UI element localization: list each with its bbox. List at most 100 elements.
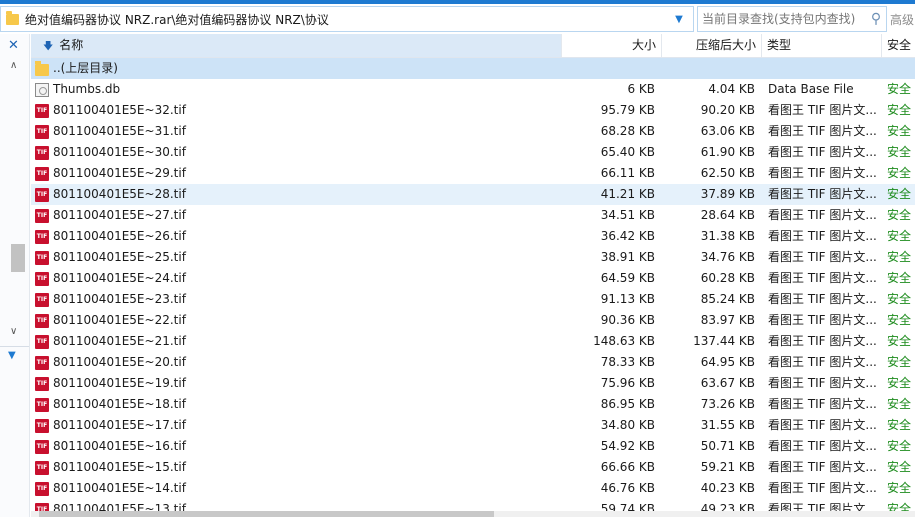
security-status [887, 58, 915, 79]
file-row[interactable]: 801100401E5E~16.tif 54.92 KB 50.71 KB 看图王 T… [31, 436, 915, 457]
file-compressed-size: 73.26 KB [700, 397, 755, 411]
file-name: 801100401E5E~31.tif [53, 124, 186, 138]
file-row[interactable]: 801100401E5E~17.tif 34.80 KB 31.55 KB 看图王 T… [31, 415, 915, 436]
file-compressed-size: 83.97 KB [700, 313, 755, 327]
address-path[interactable]: 绝对值编码器协议 NRZ.rar\绝对值编码器协议 NRZ\协议 [25, 11, 671, 28]
column-compressed-size[interactable]: 压缩后大小 [662, 34, 762, 57]
close-icon[interactable]: ✕ [8, 38, 19, 53]
file-compressed-size: 85.24 KB [700, 292, 755, 306]
file-row[interactable]: 801100401E5E~30.tif 65.40 KB 61.90 KB 看图王 T… [31, 142, 915, 163]
file-size [562, 58, 662, 79]
file-type: 看图王 TIF 图片文... [768, 418, 877, 432]
security-status: 安全 [887, 187, 912, 201]
file-name: 801100401E5E~18.tif [53, 397, 186, 411]
file-type: 看图王 TIF 图片文... [768, 166, 877, 180]
tif-file-icon [35, 418, 49, 433]
security-status: 安全 [887, 82, 912, 96]
file-compressed-size: 31.55 KB [700, 418, 755, 432]
file-row[interactable]: 801100401E5E~15.tif 66.66 KB 59.21 KB 看图王 T… [31, 457, 915, 478]
file-row[interactable]: 801100401E5E~32.tif 95.79 KB 90.20 KB 看图王 T… [31, 100, 915, 121]
file-type: 看图王 TIF 图片文... [768, 355, 877, 369]
file-name-cell: 801100401E5E~25.tif [35, 247, 560, 268]
tif-file-icon [35, 208, 49, 223]
file-size: 34.80 KB [600, 418, 655, 432]
file-compressed-size: 34.76 KB [700, 250, 755, 264]
file-compressed-size: 50.71 KB [700, 439, 755, 453]
file-row[interactable]: 801100401E5E~24.tif 64.59 KB 60.28 KB 看图王 T… [31, 268, 915, 289]
scroll-up-icon[interactable]: ∧ [10, 60, 17, 71]
file-name: 801100401E5E~17.tif [53, 418, 186, 432]
tif-file-icon [35, 397, 49, 412]
file-name: 801100401E5E~16.tif [53, 439, 186, 453]
column-name[interactable]: 🡇 名称 [31, 34, 562, 57]
file-row[interactable]: 801100401E5E~27.tif 34.51 KB 28.64 KB 看图王 T… [31, 205, 915, 226]
file-row[interactable]: 801100401E5E~29.tif 66.11 KB 62.50 KB 看图王 T… [31, 163, 915, 184]
tif-file-icon [35, 145, 49, 160]
window-top-strip [0, 0, 915, 4]
horizontal-scrollbar[interactable] [31, 511, 915, 517]
security-status: 安全 [887, 439, 912, 453]
file-type: 看图王 TIF 图片文... [768, 250, 877, 264]
file-name: 801100401E5E~21.tif [53, 334, 186, 348]
file-row[interactable]: 801100401E5E~21.tif 148.63 KB 137.44 KB 看图王… [31, 331, 915, 352]
column-security[interactable]: 安全 [882, 34, 915, 57]
file-list: 🡇 名称 大小 压缩后大小 类型 安全 ..(上层目录) Thumbs.db 6 KB… [31, 34, 915, 517]
file-size: 64.59 KB [600, 271, 655, 285]
file-name-cell: 801100401E5E~23.tif [35, 289, 560, 310]
file-name: Thumbs.db [53, 82, 121, 96]
file-name-cell: 801100401E5E~24.tif [35, 268, 560, 289]
file-row[interactable]: 801100401E5E~26.tif 36.42 KB 31.38 KB 看图王 T… [31, 226, 915, 247]
file-row[interactable]: 801100401E5E~25.tif 38.91 KB 34.76 KB 看图王 T… [31, 247, 915, 268]
file-name-cell: 801100401E5E~14.tif [35, 478, 560, 499]
tif-file-icon [35, 376, 49, 391]
file-compressed-size: 63.06 KB [700, 124, 755, 138]
file-row[interactable]: 801100401E5E~14.tif 46.76 KB 40.23 KB 看图王 T… [31, 478, 915, 499]
security-status: 安全 [887, 355, 912, 369]
search-box[interactable]: ⚲ [697, 6, 887, 32]
file-name: 801100401E5E~23.tif [53, 292, 186, 306]
file-name: 801100401E5E~25.tif [53, 250, 186, 264]
side-scrollbar-thumb[interactable] [11, 244, 25, 272]
file-row[interactable]: 801100401E5E~18.tif 86.95 KB 73.26 KB 看图王 T… [31, 394, 915, 415]
folder-icon [35, 60, 49, 76]
horizontal-scrollbar-thumb[interactable] [39, 511, 494, 517]
security-status: 安全 [887, 145, 912, 159]
advanced-search-button[interactable]: 高级 [890, 11, 914, 28]
security-status: 安全 [887, 418, 912, 432]
file-type: 看图王 TIF 图片文... [768, 313, 877, 327]
scroll-down-icon[interactable]: ∨ [10, 326, 17, 337]
chevron-down-icon[interactable]: ▼ [671, 14, 687, 25]
file-row[interactable]: Thumbs.db 6 KB 4.04 KB Data Base File 安全 [31, 79, 915, 100]
file-size: 65.40 KB [600, 145, 655, 159]
sort-arrow-icon: 🡇 [43, 41, 54, 52]
file-type: 看图王 TIF 图片文... [768, 334, 877, 348]
file-name-cell: 801100401E5E~21.tif [35, 331, 560, 352]
file-compressed-size: 37.89 KB [700, 187, 755, 201]
file-type: 看图王 TIF 图片文... [768, 397, 877, 411]
file-row[interactable]: 801100401E5E~23.tif 91.13 KB 85.24 KB 看图王 T… [31, 289, 915, 310]
tif-file-icon [35, 334, 49, 349]
column-type[interactable]: 类型 [762, 34, 882, 57]
tif-file-icon [35, 124, 49, 139]
address-bar[interactable]: 绝对值编码器协议 NRZ.rar\绝对值编码器协议 NRZ\协议 ▼ [0, 6, 694, 32]
file-row[interactable]: 801100401E5E~31.tif 68.28 KB 63.06 KB 看图王 T… [31, 121, 915, 142]
file-row[interactable]: 801100401E5E~22.tif 90.36 KB 83.97 KB 看图王 T… [31, 310, 915, 331]
tif-file-icon [35, 355, 49, 370]
parent-directory-row[interactable]: ..(上层目录) [31, 58, 915, 79]
file-type: 看图王 TIF 图片文... [768, 103, 877, 117]
file-name: 801100401E5E~22.tif [53, 313, 186, 327]
search-icon[interactable]: ⚲ [866, 11, 886, 27]
column-size[interactable]: 大小 [562, 34, 662, 57]
file-compressed-size: 59.21 KB [700, 460, 755, 474]
expand-arrow-icon[interactable]: ▼ [8, 350, 16, 361]
file-row[interactable]: 801100401E5E~20.tif 78.33 KB 64.95 KB 看图王 T… [31, 352, 915, 373]
file-size: 148.63 KB [593, 334, 655, 348]
file-size: 86.95 KB [600, 397, 655, 411]
file-name-cell: 801100401E5E~19.tif [35, 373, 560, 394]
file-row[interactable]: 801100401E5E~28.tif 41.21 KB 37.89 KB 看图王 T… [31, 184, 915, 205]
file-size: 90.36 KB [600, 313, 655, 327]
file-name-cell: 801100401E5E~32.tif [35, 100, 560, 121]
search-input[interactable] [698, 11, 866, 27]
file-row[interactable]: 801100401E5E~19.tif 75.96 KB 63.67 KB 看图王 T… [31, 373, 915, 394]
column-header: 🡇 名称 大小 压缩后大小 类型 安全 [31, 34, 915, 58]
